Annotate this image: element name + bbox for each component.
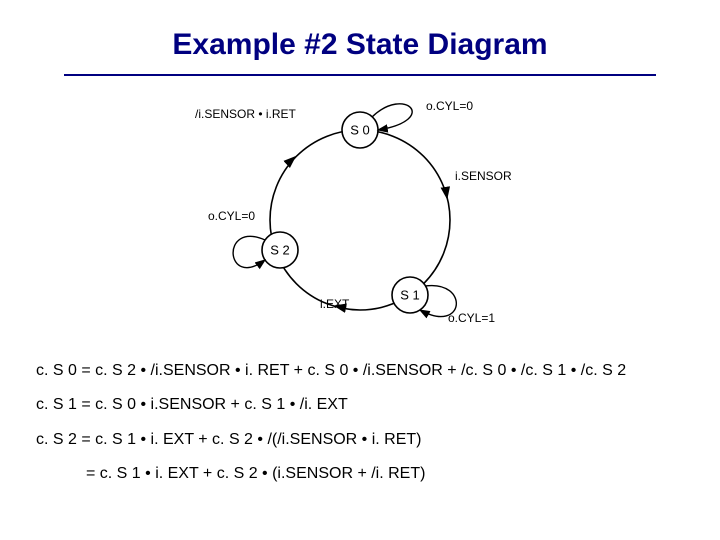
svg-text:S 1: S 1 bbox=[400, 288, 420, 303]
label-s2-self: o.CYL=0 bbox=[208, 209, 255, 223]
state-diagram: S 0 S 1 S 2 /i.SE bbox=[180, 90, 540, 350]
title-underline bbox=[64, 74, 656, 76]
slide-title: Example #2 State Diagram bbox=[0, 28, 720, 62]
state-s2: S 2 bbox=[262, 232, 298, 268]
svg-text:S 0: S 0 bbox=[350, 123, 370, 138]
equation-cs2a: c. S 2 = c. S 1 • i. EXT + c. S 2 • /(/i… bbox=[36, 431, 684, 449]
equation-block: c. S 0 = c. S 2 • /i.SENSOR • i. RET + c… bbox=[36, 362, 684, 484]
slide: Example #2 State Diagram S 0 S 1 S 2 bbox=[0, 0, 720, 540]
self-loop-s2 bbox=[233, 236, 265, 267]
label-s2-to-s0: /i.SENSOR • i.RET bbox=[195, 107, 297, 121]
svg-text:S 2: S 2 bbox=[270, 243, 290, 258]
equation-cs2b: = c. S 1 • i. EXT + c. S 2 • (i.SENSOR +… bbox=[36, 465, 684, 483]
equation-cs0: c. S 0 = c. S 2 • /i.SENSOR • i. RET + c… bbox=[36, 362, 684, 380]
label-s0-to-s1: i.SENSOR bbox=[455, 169, 512, 183]
state-s1: S 1 bbox=[392, 277, 428, 313]
equation-cs1: c. S 1 = c. S 0 • i.SENSOR + c. S 1 • /i… bbox=[36, 396, 684, 414]
label-s1-to-s2: i.EXT bbox=[320, 297, 350, 311]
label-s0-self: o.CYL=0 bbox=[426, 99, 473, 113]
label-s1-self: o.CYL=1 bbox=[448, 311, 495, 325]
state-s0: S 0 bbox=[342, 112, 378, 148]
